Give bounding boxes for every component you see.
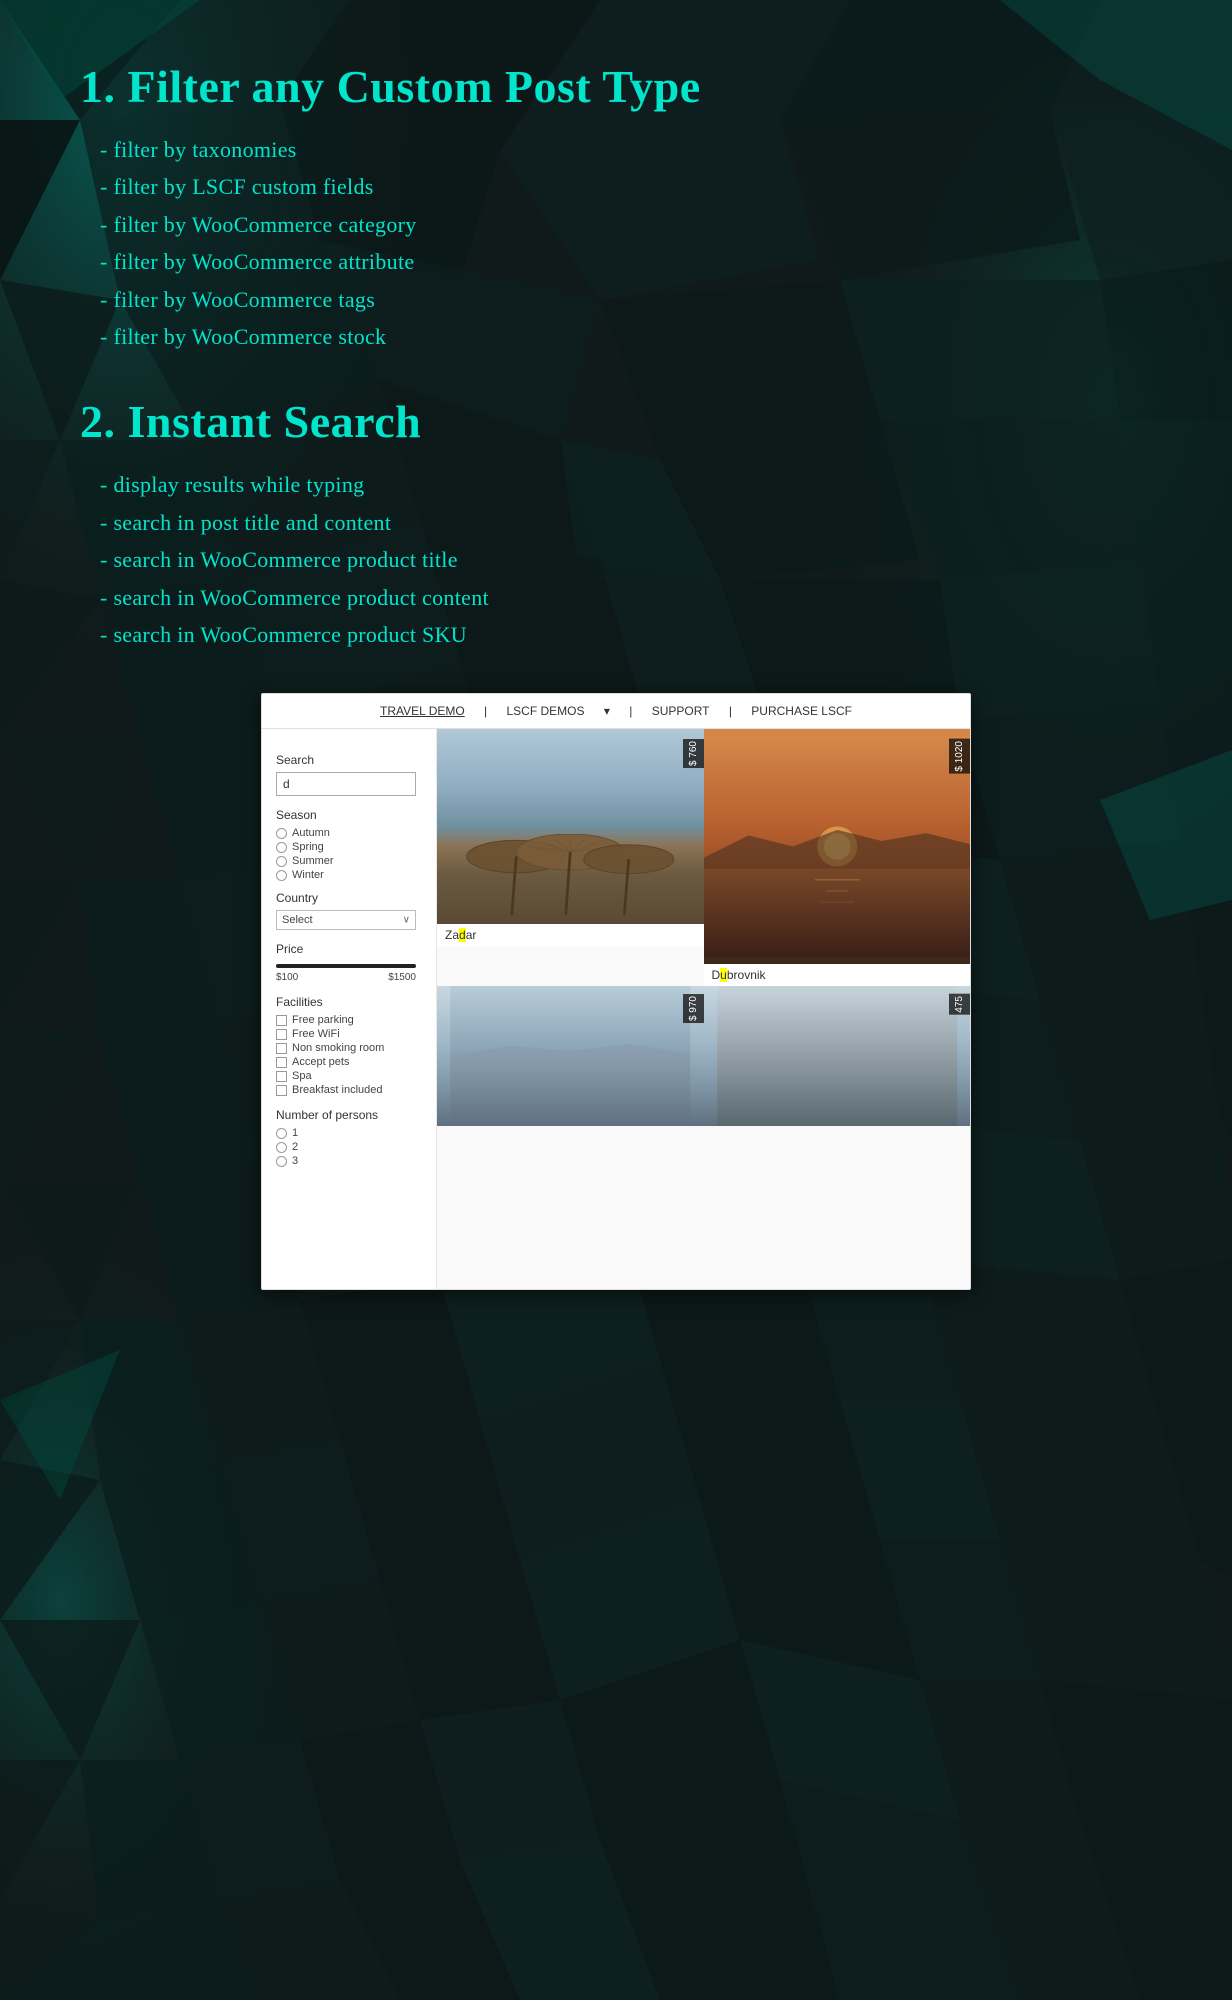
list-item: search in post title and content bbox=[100, 504, 1152, 541]
zadar-title: Zadar bbox=[437, 924, 704, 946]
nav-item-purchase[interactable]: PURCHASE LSCF bbox=[751, 704, 852, 718]
demo-nav: TRAVEL DEMO | LSCF DEMOS ▾ | SUPPORT | P… bbox=[262, 694, 970, 729]
search-input[interactable] bbox=[276, 772, 416, 796]
card-zadar[interactable]: $ 760 Zadar bbox=[437, 729, 704, 986]
persons-label: Number of persons bbox=[276, 1108, 422, 1122]
section-1-list: filter by taxonomies filter by LSCF cust… bbox=[100, 131, 1152, 355]
list-item: display results while typing bbox=[100, 466, 1152, 503]
radio-circle bbox=[276, 828, 287, 839]
list-item: filter by LSCF custom fields bbox=[100, 168, 1152, 205]
list-item: search in WooCommerce product SKU bbox=[100, 616, 1152, 653]
nav-separator: | bbox=[629, 704, 635, 718]
list-item: filter by WooCommerce attribute bbox=[100, 243, 1152, 280]
dubrovnik-image: $ 1020 bbox=[704, 729, 971, 964]
list-item: filter by WooCommerce tags bbox=[100, 281, 1152, 318]
persons-radio-group: 1 2 3 bbox=[276, 1127, 422, 1167]
card-4-image: 475 bbox=[704, 986, 971, 1126]
zadar-image: $ 760 bbox=[437, 729, 704, 924]
cards-grid: $ 760 Zadar bbox=[437, 729, 970, 1126]
nav-separator: | bbox=[729, 704, 735, 718]
section-2-title: 2. Instant Search bbox=[80, 395, 1152, 448]
season-option-autumn[interactable]: Autumn bbox=[276, 827, 422, 839]
zadar-price: $ 760 bbox=[683, 739, 704, 768]
card-4: 475 bbox=[704, 986, 971, 1126]
list-item: search in WooCommerce product content bbox=[100, 579, 1152, 616]
nav-item-travel-demo[interactable]: TRAVEL DEMO bbox=[380, 704, 465, 718]
checkbox bbox=[276, 1015, 287, 1026]
nav-separator: | bbox=[484, 704, 490, 718]
nav-dropdown-icon: ▾ bbox=[604, 704, 610, 718]
card-3-image: $ 970 bbox=[437, 986, 704, 1126]
facility-spa[interactable]: Spa bbox=[276, 1070, 422, 1082]
demo-sidebar: Search Season Autumn Spring Summer bbox=[262, 729, 437, 1289]
list-item: filter by WooCommerce stock bbox=[100, 318, 1152, 355]
card3-price: $ 970 bbox=[683, 994, 704, 1023]
radio-circle bbox=[276, 870, 287, 881]
price-max: $1500 bbox=[388, 972, 416, 983]
price-range-values: $100 $1500 bbox=[276, 972, 416, 983]
nav-item-support[interactable]: SUPPORT bbox=[652, 704, 710, 718]
checkbox bbox=[276, 1043, 287, 1054]
section-2: 2. Instant Search display results while … bbox=[80, 395, 1152, 653]
season-radio-group: Autumn Spring Summer Winter bbox=[276, 827, 422, 881]
list-item: filter by WooCommerce category bbox=[100, 206, 1152, 243]
season-option-spring[interactable]: Spring bbox=[276, 841, 422, 853]
country-select-wrapper: Select bbox=[276, 910, 416, 930]
card-3: $ 970 bbox=[437, 986, 704, 1126]
section-2-list: display results while typing search in p… bbox=[100, 466, 1152, 653]
radio-circle bbox=[276, 856, 287, 867]
radio-circle bbox=[276, 1128, 287, 1139]
facility-breakfast[interactable]: Breakfast included bbox=[276, 1084, 422, 1096]
demo-content: $ 760 Zadar bbox=[437, 729, 970, 1289]
radio-circle bbox=[276, 1156, 287, 1167]
section-1-title: 1. Filter any Custom Post Type bbox=[80, 60, 1152, 113]
price-min: $100 bbox=[276, 972, 298, 983]
season-option-summer[interactable]: Summer bbox=[276, 855, 422, 867]
facilities-checkbox-group: Free parking Free WiFi Non smoking room … bbox=[276, 1014, 422, 1096]
radio-circle bbox=[276, 1142, 287, 1153]
facility-non-smoking[interactable]: Non smoking room bbox=[276, 1042, 422, 1054]
checkbox bbox=[276, 1029, 287, 1040]
country-label: Country bbox=[276, 891, 422, 905]
country-select[interactable]: Select bbox=[276, 910, 416, 930]
section-1: 1. Filter any Custom Post Type filter by… bbox=[80, 60, 1152, 355]
facility-accept-pets[interactable]: Accept pets bbox=[276, 1056, 422, 1068]
persons-option-2[interactable]: 2 bbox=[276, 1141, 422, 1153]
search-label: Search bbox=[276, 753, 422, 767]
season-option-winter[interactable]: Winter bbox=[276, 869, 422, 881]
facilities-label: Facilities bbox=[276, 995, 422, 1009]
list-item: filter by taxonomies bbox=[100, 131, 1152, 168]
list-item: search in WooCommerce product title bbox=[100, 541, 1152, 578]
price-slider[interactable] bbox=[276, 964, 416, 968]
checkbox bbox=[276, 1085, 287, 1096]
season-label: Season bbox=[276, 808, 422, 822]
checkbox bbox=[276, 1071, 287, 1082]
facility-free-wifi[interactable]: Free WiFi bbox=[276, 1028, 422, 1040]
persons-option-1[interactable]: 1 bbox=[276, 1127, 422, 1139]
card-dubrovnik[interactable]: $ 1020 Dubrovnik bbox=[704, 729, 971, 986]
persons-option-3[interactable]: 3 bbox=[276, 1155, 422, 1167]
price-label: Price bbox=[276, 942, 422, 956]
card4-price: 475 bbox=[949, 994, 970, 1015]
facility-free-parking[interactable]: Free parking bbox=[276, 1014, 422, 1026]
demo-container: TRAVEL DEMO | LSCF DEMOS ▾ | SUPPORT | P… bbox=[261, 693, 971, 1290]
checkbox bbox=[276, 1057, 287, 1068]
nav-item-lscf-demos[interactable]: LSCF DEMOS bbox=[507, 704, 585, 718]
demo-body: Search Season Autumn Spring Summer bbox=[262, 729, 970, 1289]
dubrovnik-price: $ 1020 bbox=[949, 739, 970, 774]
dubrovnik-title: Dubrovnik bbox=[704, 964, 971, 986]
radio-circle bbox=[276, 842, 287, 853]
